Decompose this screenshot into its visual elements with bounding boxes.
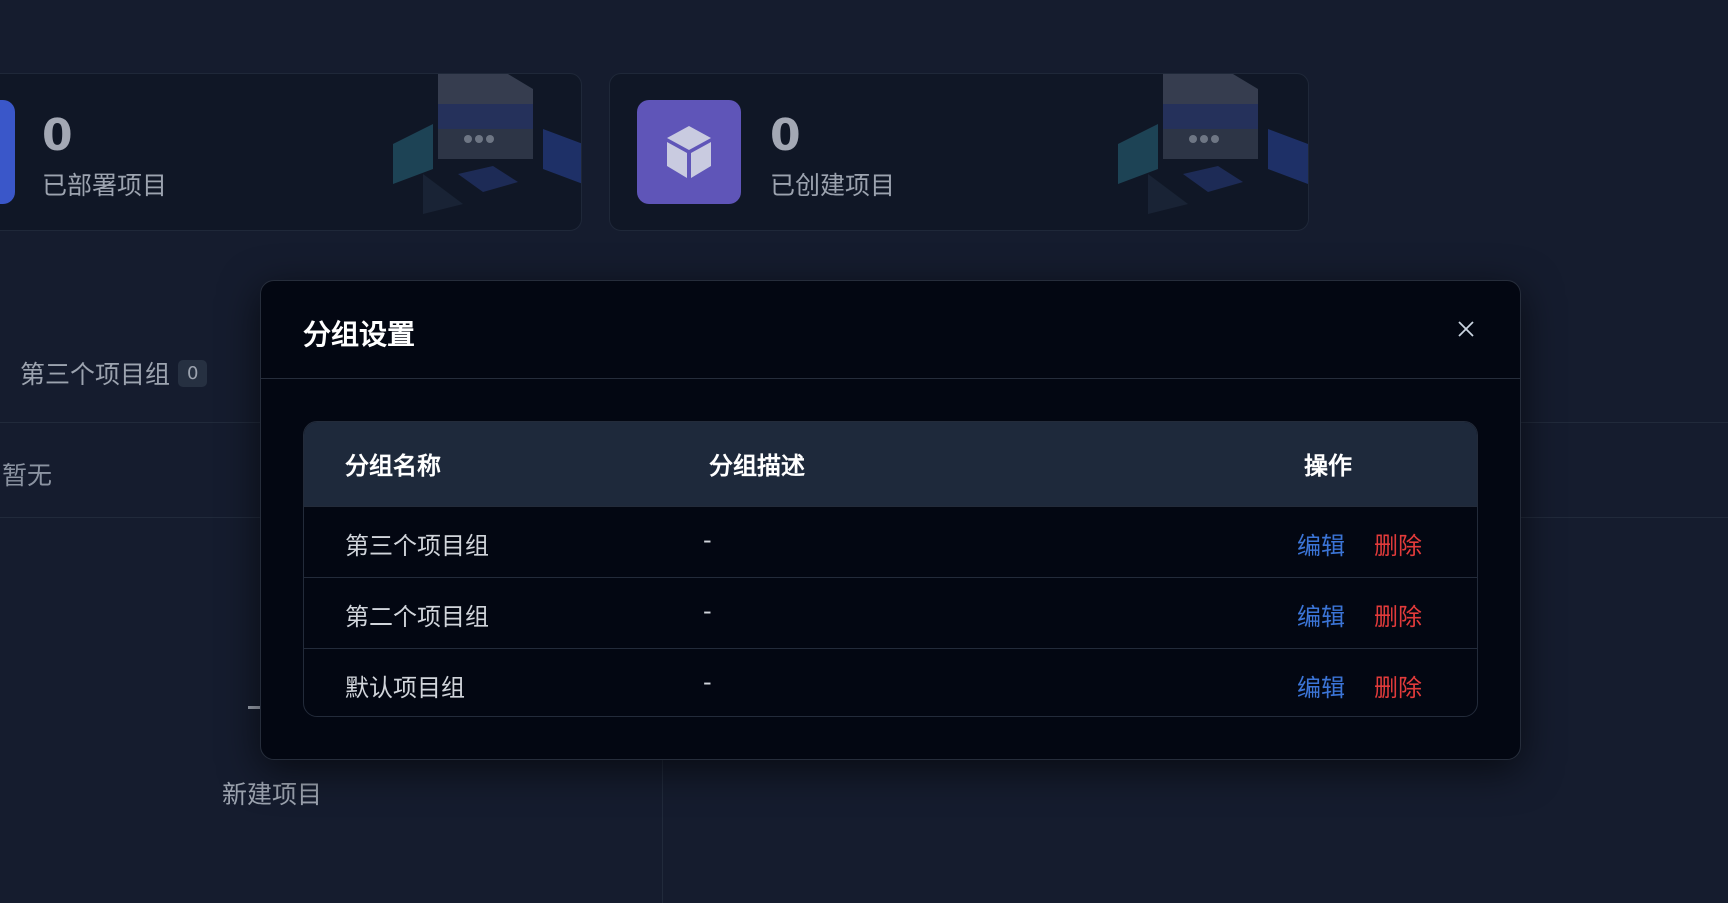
table-row: 第三个项目组 - 编辑 删除 <box>304 506 1477 577</box>
deployed-count: 0 <box>42 110 73 161</box>
close-icon[interactable] <box>1456 319 1476 339</box>
deployed-projects-card: 0 已部署项目 <box>0 73 582 231</box>
group-description-cell: - <box>703 526 712 554</box>
modal-header: 分组设置 <box>261 281 1520 379</box>
table-row: 第二个项目组 - 编辑 删除 <box>304 577 1477 648</box>
group-tab[interactable]: 第三个项目组 0 <box>20 355 208 391</box>
divider <box>662 760 663 903</box>
created-label: 已创建项目 <box>770 171 896 200</box>
group-tab-count-badge: 0 <box>178 359 208 387</box>
server-illustration-icon <box>1118 74 1308 214</box>
created-projects-card: 0 已创建项目 <box>609 73 1309 231</box>
group-description-cell: - <box>703 597 712 625</box>
group-name-cell: 默认项目组 <box>345 674 465 702</box>
group-description-cell: - <box>703 668 712 696</box>
cube-icon <box>667 126 711 178</box>
empty-state-text: 暂无 <box>2 461 53 490</box>
edit-button[interactable]: 编辑 <box>1297 668 1345 703</box>
group-table: 分组名称 分组描述 操作 第三个项目组 - 编辑 删除 第二个项目组 - 编辑 … <box>303 421 1478 717</box>
new-project-label[interactable]: 新建项目 <box>222 775 322 811</box>
edit-button[interactable]: 编辑 <box>1297 597 1345 632</box>
group-settings-modal: 分组设置 分组名称 分组描述 操作 第三个项目组 - 编辑 删除 第二个项目组 … <box>260 280 1521 760</box>
delete-button[interactable]: 删除 <box>1374 597 1422 632</box>
modal-title: 分组设置 <box>303 318 416 351</box>
edit-button[interactable]: 编辑 <box>1297 526 1345 561</box>
cube-icon-box <box>637 100 741 204</box>
group-tab-label: 第三个项目组 <box>20 360 171 389</box>
server-illustration-icon <box>393 74 581 214</box>
rocket-icon <box>0 100 15 204</box>
created-count: 0 <box>770 110 801 161</box>
group-name-cell: 第三个项目组 <box>345 532 489 560</box>
column-header-name: 分组名称 <box>345 452 441 480</box>
deployed-label: 已部署项目 <box>42 171 168 200</box>
column-header-description: 分组描述 <box>709 452 805 480</box>
page: 0 已部署项目 0 已创建项目 第三个项目组 0 暂无 新建项目 分组设置 分组… <box>0 0 1728 903</box>
table-row: 默认项目组 - 编辑 删除 <box>304 648 1477 716</box>
group-name-cell: 第二个项目组 <box>345 603 489 631</box>
column-header-actions: 操作 <box>1304 452 1352 480</box>
table-header: 分组名称 分组描述 操作 <box>304 422 1477 506</box>
delete-button[interactable]: 删除 <box>1374 668 1422 703</box>
delete-button[interactable]: 删除 <box>1374 526 1422 561</box>
